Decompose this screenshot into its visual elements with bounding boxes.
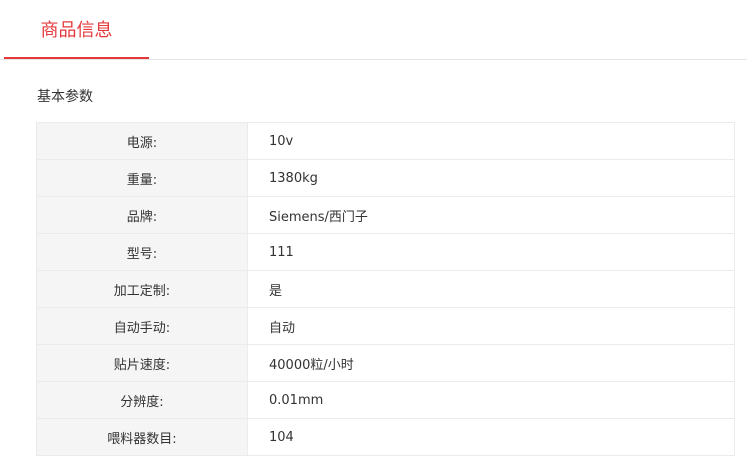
param-label: 分辨度: [36,381,248,419]
param-value: 自动 [247,307,735,345]
table-row: 电源: 10v [36,122,735,160]
tab-bar: 商品信息 [0,0,747,60]
param-value: 104 [247,418,735,456]
table-row: 分辨度: 0.01mm [36,381,735,419]
param-label: 品牌: [36,196,248,234]
param-value: Siemens/西门子 [247,196,735,234]
table-row: 重量: 1380kg [36,159,735,197]
table-row: 型号: 111 [36,233,735,271]
params-table: 电源: 10v 重量: 1380kg 品牌: Siemens/西门子 型号: 1… [36,122,735,456]
tab-product-info-label: 商品信息 [40,19,113,41]
tab-product-info[interactable]: 商品信息 [4,0,149,59]
section-title: 基本参数 [37,89,93,105]
param-label: 贴片速度: [36,344,248,382]
param-value: 111 [247,233,735,271]
param-label: 喂料器数目: [36,418,248,456]
param-label: 加工定制: [36,270,248,308]
param-label: 型号: [36,233,248,271]
table-row: 自动手动: 自动 [36,307,735,345]
param-value: 0.01mm [247,381,735,419]
table-row: 品牌: Siemens/西门子 [36,196,735,234]
table-row: 贴片速度: 40000粒/小时 [36,344,735,382]
param-value: 10v [247,122,735,160]
param-label: 自动手动: [36,307,248,345]
param-value: 40000粒/小时 [247,344,735,382]
param-value: 是 [247,270,735,308]
table-row: 加工定制: 是 [36,270,735,308]
param-label: 重量: [36,159,248,197]
param-label: 电源: [36,122,248,160]
param-value: 1380kg [247,159,735,197]
table-row: 喂料器数目: 104 [36,418,735,456]
